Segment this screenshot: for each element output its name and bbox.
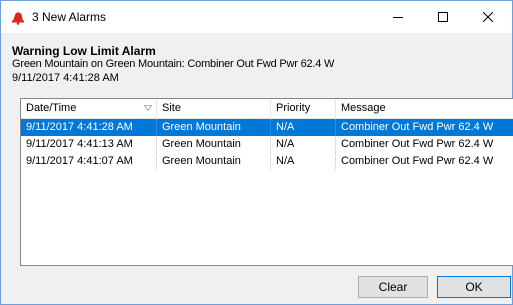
- table-row[interactable]: 9/11/2017 4:41:28 AM Green Mountain N/A …: [21, 119, 513, 136]
- cell-datetime: 9/11/2017 4:41:07 AM: [21, 153, 157, 170]
- cell-site: Green Mountain: [157, 136, 271, 153]
- cell-message: Combiner Out Fwd Pwr 62.4 W: [341, 138, 494, 150]
- maximize-icon: [437, 12, 448, 22]
- cell-message: Combiner Out Fwd Pwr 62.4 W: [341, 155, 494, 167]
- table-header: Date/Time Site Priority Message: [21, 99, 513, 119]
- minimize-button[interactable]: [375, 1, 420, 33]
- cell-site: Green Mountain: [157, 119, 271, 136]
- table-row[interactable]: 9/11/2017 4:41:07 AM Green Mountain N/A …: [21, 153, 513, 170]
- alarm-description: Green Mountain on Green Mountain: Combin…: [12, 58, 335, 70]
- close-button[interactable]: [465, 1, 510, 33]
- sort-descending-icon: [144, 105, 152, 111]
- cell-priority: N/A: [271, 136, 336, 153]
- column-header-priority[interactable]: Priority: [271, 99, 336, 118]
- column-header-message[interactable]: Message: [336, 99, 513, 118]
- cell-message: Combiner Out Fwd Pwr 62.4 W: [341, 121, 494, 133]
- cell-priority: N/A: [271, 153, 336, 170]
- maximize-button[interactable]: [420, 1, 465, 33]
- close-icon: [482, 12, 493, 22]
- column-header-site[interactable]: Site: [157, 99, 271, 118]
- column-header-label: Date/Time: [26, 102, 77, 114]
- alarm-dialog: 3 New Alarms Warning Low Limit Alarm Gre…: [0, 0, 513, 305]
- title-bar[interactable]: 3 New Alarms: [1, 1, 512, 33]
- alarm-title: Warning Low Limit Alarm: [12, 44, 156, 58]
- ok-button[interactable]: OK: [437, 276, 511, 298]
- cell-datetime: 9/11/2017 4:41:28 AM: [21, 119, 157, 136]
- minimize-icon: [392, 17, 403, 18]
- alarm-time: 9/11/2017 4:41:28 AM: [12, 72, 119, 84]
- alarm-bell-icon: [12, 12, 24, 25]
- table-row[interactable]: 9/11/2017 4:41:13 AM Green Mountain N/A …: [21, 136, 513, 153]
- cell-datetime: 9/11/2017 4:41:13 AM: [21, 136, 157, 153]
- column-header-datetime[interactable]: Date/Time: [21, 99, 157, 118]
- clear-button[interactable]: Clear: [358, 276, 428, 298]
- window-title: 3 New Alarms: [32, 10, 107, 24]
- cell-priority: N/A: [271, 119, 336, 136]
- alarm-table[interactable]: Date/Time Site Priority Message 9/11/201…: [20, 98, 513, 266]
- cell-site: Green Mountain: [157, 153, 271, 170]
